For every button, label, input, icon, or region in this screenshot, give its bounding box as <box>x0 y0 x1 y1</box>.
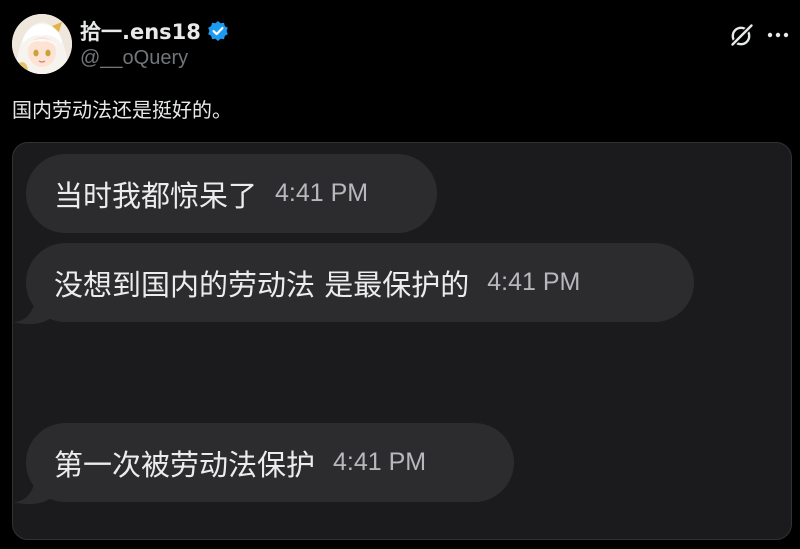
chat-bubble: 没想到国内的劳动法 是最保护的 4:41 PM <box>26 243 694 322</box>
chat-bubble: 第一次被劳动法保护 4:41 PM <box>26 423 514 502</box>
chat-bubble: 当时我都惊呆了 4:41 PM <box>26 154 437 233</box>
verified-badge-icon <box>207 20 229 42</box>
chat-message-text: 没想到国内的劳动法 是最保护的 <box>54 267 470 302</box>
post-media-image[interactable]: 当时我都惊呆了 4:41 PM 没想到国内的劳动法 是最保护的 4:41 PM … <box>12 142 792 540</box>
author-block: 拾一.ens18 @__oQuery <box>80 16 229 70</box>
post-text: 国内劳动法还是挺好的。 <box>12 98 232 122</box>
chat-message-text: 第一次被劳动法保护 <box>54 447 316 482</box>
author-display-name[interactable]: 拾一.ens18 <box>80 16 201 46</box>
chat-message-time: 4:41 PM <box>333 448 427 476</box>
chat-message-time: 4:41 PM <box>487 268 581 296</box>
avatar[interactable] <box>12 14 72 74</box>
more-options-icon[interactable] <box>765 22 791 48</box>
author-handle[interactable]: @__oQuery <box>80 47 229 70</box>
chat-message-text: 当时我都惊呆了 <box>54 178 258 213</box>
anime-girl-avatar-icon <box>12 14 72 74</box>
chat-message-time: 4:41 PM <box>275 179 369 207</box>
name-row: 拾一.ens18 <box>80 16 229 46</box>
grok-icon[interactable] <box>729 22 755 48</box>
